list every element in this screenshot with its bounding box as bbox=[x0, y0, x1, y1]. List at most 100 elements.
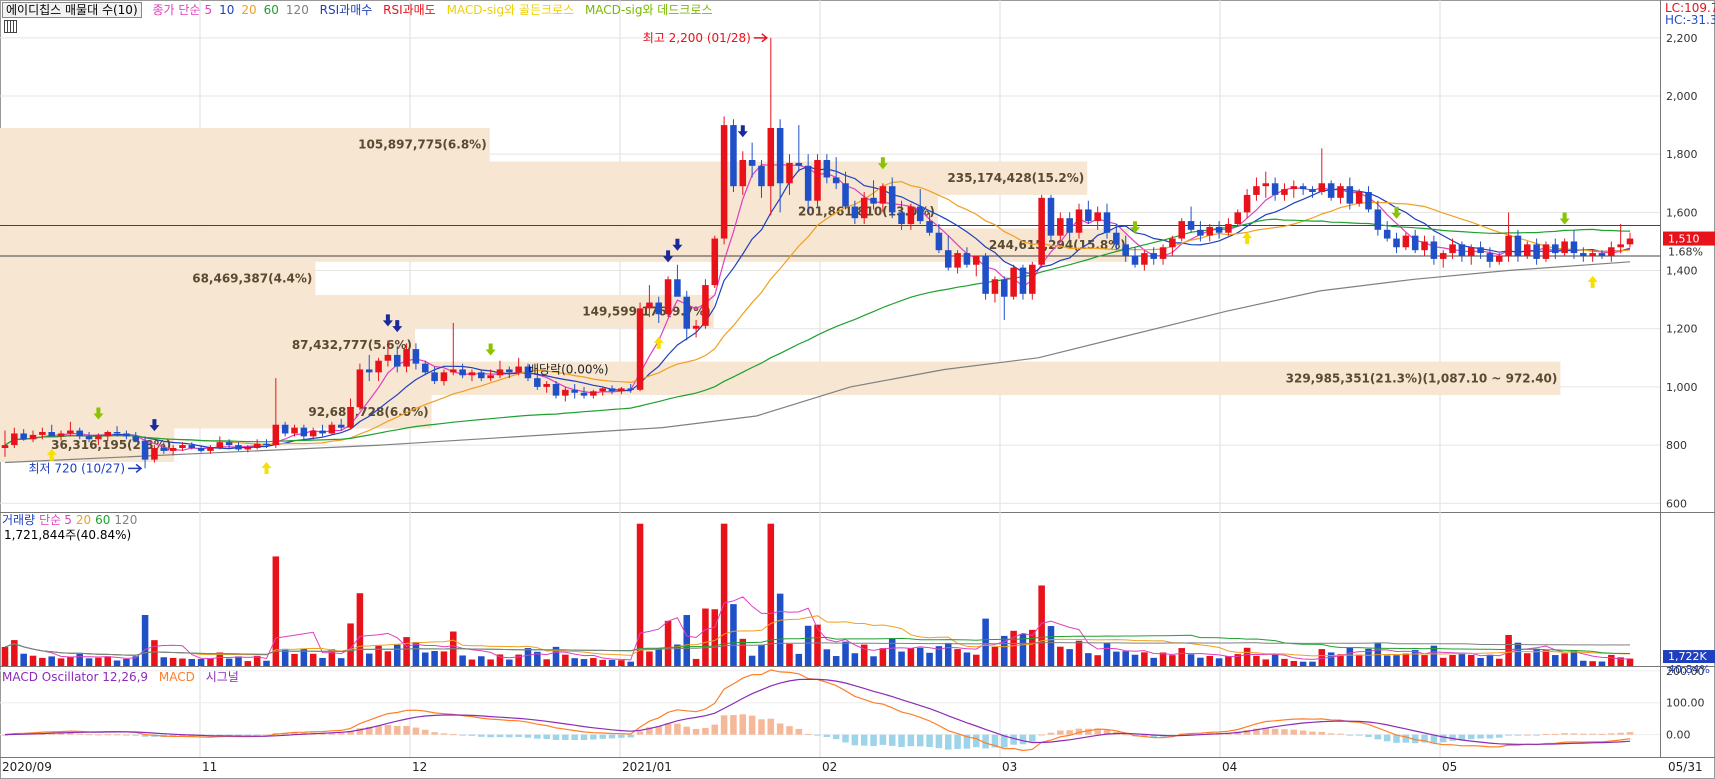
x-tick-label: 05/31 bbox=[1668, 760, 1703, 774]
candle-up bbox=[860, 197, 868, 219]
volume-bar-up bbox=[1561, 653, 1568, 666]
candle-up bbox=[1439, 253, 1447, 259]
candle-up bbox=[1524, 244, 1531, 256]
candle-down bbox=[1215, 226, 1223, 233]
volume-bar-down bbox=[160, 657, 168, 666]
volume-bar-up bbox=[328, 649, 336, 666]
macd-oscillator-bar bbox=[758, 719, 765, 735]
macd-oscillator-bar bbox=[954, 734, 961, 749]
macd-oscillator-bar bbox=[393, 725, 401, 735]
macd-oscillator-bar bbox=[534, 734, 541, 739]
volume-bar-down bbox=[1131, 654, 1139, 666]
volume-bar-up bbox=[384, 651, 392, 666]
volume-bar-down bbox=[1122, 651, 1129, 666]
macd-oscillator-bar bbox=[907, 734, 915, 747]
candle-down bbox=[608, 388, 616, 392]
volume-bar-down bbox=[48, 656, 55, 666]
candle-down bbox=[916, 206, 924, 222]
volume-bar-up bbox=[1206, 656, 1214, 666]
macd-oscillator-bar bbox=[692, 728, 700, 735]
volume-bar-down bbox=[748, 655, 756, 666]
chart-window: 2020/09 11 12 2021/01 02 03 04 05 05/31 2,200 2,00… bbox=[0, 0, 1715, 779]
volume-bar-up bbox=[29, 655, 37, 666]
candle-down bbox=[1430, 241, 1438, 259]
candle-up bbox=[1505, 235, 1512, 256]
candle-down bbox=[123, 433, 130, 437]
price-tick-label: 2,200 bbox=[1666, 32, 1698, 45]
volume-bar-down bbox=[1570, 650, 1578, 666]
macd-oscillator-bar bbox=[104, 734, 111, 736]
candle-up bbox=[515, 366, 522, 373]
candle-down bbox=[263, 443, 270, 446]
candle-down bbox=[1047, 197, 1055, 236]
volume-ma120: 120 bbox=[114, 513, 138, 527]
candle-down bbox=[235, 445, 242, 450]
volume-bar-down bbox=[123, 658, 130, 666]
golden-cross-arrow bbox=[1587, 275, 1598, 288]
macd-oscillator-bar bbox=[1608, 733, 1615, 735]
candle-down bbox=[1598, 253, 1606, 256]
candle-up bbox=[590, 391, 597, 396]
candle-down bbox=[1552, 244, 1559, 254]
volume-bar-up bbox=[1421, 655, 1428, 666]
macd-oscillator-bar bbox=[384, 724, 392, 735]
volume-bar-down bbox=[393, 644, 401, 666]
candle-up bbox=[67, 430, 74, 434]
stock-chart[interactable]: 2020/09 11 12 2021/01 02 03 04 05 05/31 2,200 2,00… bbox=[0, 0, 1715, 779]
volume-bar-down bbox=[1103, 643, 1111, 666]
volume-bar-down bbox=[1150, 657, 1157, 666]
macd-oscillator-bar bbox=[524, 734, 532, 738]
macd-oscillator-bar bbox=[1561, 733, 1568, 735]
volume-bar-up bbox=[954, 649, 961, 666]
volume-bar-down bbox=[225, 658, 233, 666]
macd-oscillator-bar bbox=[1299, 730, 1307, 735]
macd-oscillator-bar bbox=[1066, 730, 1073, 735]
legend-ma120: 120 bbox=[285, 3, 309, 17]
candle-down bbox=[1122, 244, 1129, 256]
volume-bar-up bbox=[1281, 658, 1288, 666]
macd-oscillator-bar bbox=[842, 734, 849, 743]
volume-bar-down bbox=[524, 648, 532, 666]
macd-oscillator-bar bbox=[244, 734, 252, 736]
volume-bar-up bbox=[403, 637, 410, 666]
macd-oscillator-bar bbox=[1327, 733, 1335, 735]
candle-down bbox=[1271, 183, 1279, 195]
candle-down bbox=[48, 432, 55, 437]
candle-up bbox=[636, 308, 644, 390]
candle-up bbox=[1169, 238, 1176, 248]
volume-bar-down bbox=[655, 648, 663, 666]
volume-bar-up bbox=[291, 653, 298, 666]
macd-cross-arrow bbox=[1391, 206, 1402, 219]
macd-oscillator-bar bbox=[375, 725, 382, 735]
volume-bar-up bbox=[1355, 654, 1363, 666]
candle-down bbox=[963, 253, 971, 265]
volume-bar-up bbox=[1075, 640, 1083, 666]
macd-legend: MACD Oscillator 12,26,9 MACD 시그널 bbox=[2, 670, 246, 684]
volume-bar-down bbox=[944, 642, 952, 666]
volume-bar-up bbox=[1318, 649, 1326, 666]
volume-bar-up bbox=[1159, 652, 1167, 666]
candle-down bbox=[683, 296, 691, 329]
macd-label: MACD bbox=[158, 670, 195, 684]
macd-oscillator-bar bbox=[1552, 733, 1559, 735]
candle-down bbox=[1411, 235, 1419, 251]
macd-oscillator-bar bbox=[711, 724, 719, 735]
volume-last-label: 1,722K bbox=[1668, 650, 1707, 663]
volume-profile-label: 235,174,428(15.2%) bbox=[947, 171, 1084, 185]
candle-up bbox=[618, 388, 625, 392]
volume-bar-down bbox=[235, 656, 242, 666]
golden-cross-arrow bbox=[261, 462, 272, 474]
table-icon[interactable] bbox=[4, 20, 17, 33]
volume-bar-down bbox=[1514, 642, 1522, 666]
volume-bar-down bbox=[1113, 651, 1120, 666]
macd-oscillator-bar bbox=[664, 723, 672, 735]
signal-label: 시그널 bbox=[205, 670, 239, 684]
macd-oscillator-bar bbox=[599, 734, 606, 739]
volume-profile-label: 87,432,777(5.6%) bbox=[292, 338, 412, 352]
candle-down bbox=[1309, 189, 1316, 192]
volume-bar-down bbox=[412, 642, 420, 666]
legend-title[interactable]: 에이디칩스 매물대 수(10) bbox=[2, 2, 142, 18]
macd-oscillator-bar bbox=[1346, 734, 1354, 736]
macd-oscillator-bar bbox=[1271, 728, 1279, 735]
macd-oscillator-bar bbox=[1029, 734, 1036, 742]
